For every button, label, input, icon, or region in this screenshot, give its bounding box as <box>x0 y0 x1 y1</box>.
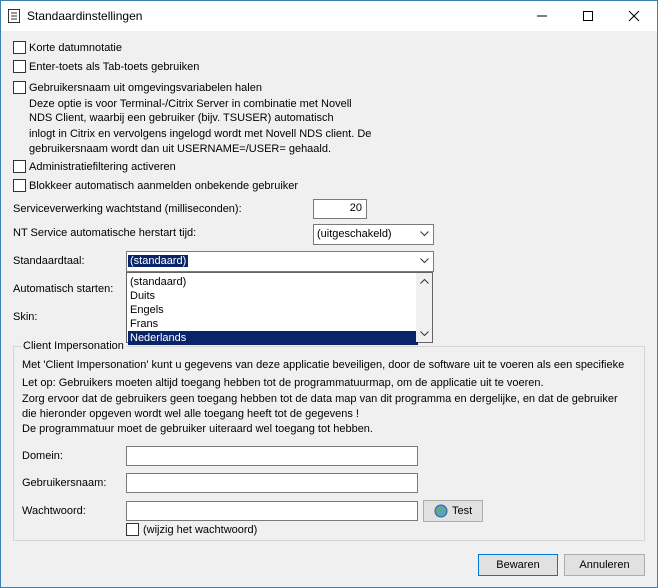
auto-start-label: Automatisch starten: <box>13 283 114 295</box>
korte-datum-checkbox[interactable] <box>13 41 26 54</box>
dropdown-scrollbar[interactable] <box>416 273 432 342</box>
enter-tab-label: Enter-toets als Tab-toets gebruiken <box>29 61 200 73</box>
description-line: gebruikersnaam wordt dan uit USERNAME=/U… <box>29 143 332 155</box>
chevron-up-icon[interactable] <box>420 278 429 284</box>
title-bar: Standaardinstellingen <box>1 1 657 31</box>
wachtwoord-label: Wachtwoord: <box>22 505 86 517</box>
impersonation-group-title: Client Impersonation <box>21 340 126 352</box>
wachtwoord-input[interactable] <box>126 501 418 521</box>
korte-datum-label: Korte datumnotatie <box>29 42 122 54</box>
dialog-window: Standaardinstellingen Korte datumnotatie… <box>0 0 658 588</box>
impersonation-text: Let op: Gebruikers moeten altijd toegang… <box>22 377 544 389</box>
test-button[interactable]: Test <box>423 500 483 522</box>
herstart-label: NT Service automatische herstart tijd: <box>13 227 197 239</box>
wijzig-wachtwoord-checkbox[interactable] <box>126 523 139 536</box>
close-icon <box>628 10 640 22</box>
chevron-down-icon <box>420 231 429 237</box>
gebruikersnaam-omgeving-label: Gebruikersnaam uit omgevingsvariabelen h… <box>29 82 262 94</box>
minimize-button[interactable] <box>519 1 565 31</box>
wachtstand-input[interactable]: 20 <box>313 199 367 219</box>
description-line: inlogt in Citrix en vervolgens ingelogd … <box>29 128 372 140</box>
close-button[interactable] <box>611 1 657 31</box>
herstart-value: (uitgeschakeld) <box>317 228 392 240</box>
taal-select[interactable]: (standaard) <box>126 251 434 272</box>
gebruikersnaam-input[interactable] <box>126 473 418 493</box>
taal-option[interactable]: Engels <box>128 303 418 317</box>
impersonation-text: Met 'Client Impersonation' kunt u gegeve… <box>22 359 625 371</box>
admin-filtering-checkbox[interactable] <box>13 160 26 173</box>
test-label: Test <box>452 505 473 517</box>
taal-value: (standaard) <box>128 255 189 267</box>
taal-label: Standaardtaal: <box>13 255 85 267</box>
impersonation-text: Zorg ervoor dat de gebruikers geen toega… <box>22 393 618 405</box>
wachtstand-label: Serviceverwerking wachtstand (millisecon… <box>13 203 242 215</box>
maximize-icon <box>583 11 593 21</box>
window-title: Standaardinstellingen <box>27 9 143 23</box>
app-document-icon <box>8 9 20 23</box>
impersonation-text: die hieronder opgeven wordt wel alle toe… <box>22 408 359 420</box>
annuleren-button[interactable]: Annuleren <box>564 554 645 576</box>
taal-option[interactable]: Duits <box>128 289 418 303</box>
impersonation-text: De programmatuur moet de gebruiker uiter… <box>22 423 373 435</box>
description-line: Deze optie is voor Terminal-/Citrix Serv… <box>29 98 352 110</box>
gebruikersnaam-omgeving-checkbox[interactable] <box>13 81 26 94</box>
maximize-button[interactable] <box>565 1 611 31</box>
skin-label: Skin: <box>13 311 38 323</box>
herstart-select[interactable]: (uitgeschakeld) <box>313 224 434 245</box>
domein-label: Domein: <box>22 450 63 462</box>
wijzig-wachtwoord-label: (wijzig het wachtwoord) <box>143 524 258 536</box>
taal-option[interactable]: Frans <box>128 317 418 331</box>
blokkeer-label: Blokkeer automatisch aanmelden onbekende… <box>29 180 299 192</box>
blokkeer-checkbox[interactable] <box>13 179 26 192</box>
admin-filtering-label: Administratiefiltering activeren <box>29 161 176 173</box>
bewaren-button[interactable]: Bewaren <box>478 554 558 576</box>
minimize-icon <box>537 15 547 17</box>
taal-option[interactable]: (standaard) <box>128 275 418 289</box>
description-line: NDS Client, waarbij een gebruiker (bijv.… <box>29 112 334 124</box>
taal-option[interactable]: Nederlands <box>128 331 418 345</box>
chevron-down-icon <box>420 258 429 264</box>
domein-input[interactable] <box>126 446 418 466</box>
chevron-down-icon[interactable] <box>420 331 429 337</box>
taal-dropdown-list[interactable]: (standaard) Duits Engels Frans Nederland… <box>126 272 433 345</box>
globe-icon <box>434 504 448 518</box>
enter-tab-checkbox[interactable] <box>13 60 26 73</box>
gebruikersnaam-label: Gebruikersnaam: <box>22 477 107 489</box>
